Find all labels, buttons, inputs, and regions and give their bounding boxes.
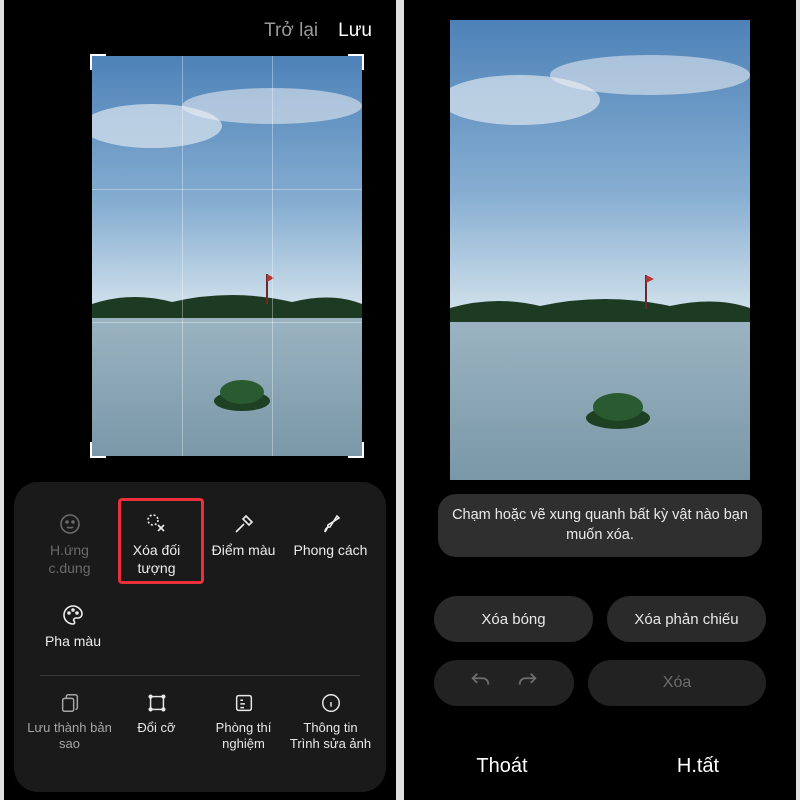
resize-icon <box>146 692 168 714</box>
object-eraser-screen: Chạm hoặc vẽ xung quanh bất kỳ vật nào b… <box>400 0 800 800</box>
crop-handle-bl[interactable] <box>90 442 106 458</box>
crop-canvas[interactable] <box>92 56 362 456</box>
photo-preview <box>92 56 362 456</box>
tool-spot-color[interactable]: Điểm màu <box>201 506 287 583</box>
tool-portrait-effect[interactable]: H.ứng c.dung <box>27 506 113 583</box>
tool-label: Phòng thí nghiệm <box>200 720 287 753</box>
eyedropper-icon <box>232 512 256 536</box>
erase-button[interactable]: Xóa <box>588 660 766 706</box>
exit-button[interactable]: Thoát <box>404 755 600 778</box>
palette-icon <box>61 603 85 627</box>
eraser-icon <box>145 512 169 536</box>
redo-icon <box>517 670 539 692</box>
tool-label: Pha màu <box>45 633 101 651</box>
face-icon <box>58 512 82 536</box>
resize-button[interactable]: Đổi cỡ <box>113 692 200 753</box>
redo-button[interactable] <box>517 670 539 697</box>
about-button[interactable]: Thông tin Trình sửa ảnh <box>287 692 374 753</box>
tool-label: Thông tin Trình sửa ảnh <box>287 720 374 753</box>
tools-panel: H.ứng c.dung Xóa đối tượng Điểm màu Phon… <box>14 482 386 792</box>
crop-handle-tl[interactable] <box>90 54 106 70</box>
tool-label: Phong cách <box>294 542 368 560</box>
tool-color-mix[interactable]: Pha màu <box>30 597 116 657</box>
editor-main-screen: Trở lại Lưu <box>0 0 400 800</box>
crop-handle-br[interactable] <box>348 442 364 458</box>
tool-label: Điểm màu <box>212 542 276 560</box>
tool-label: Đổi cỡ <box>137 720 175 736</box>
remove-shadow-button[interactable]: Xóa bóng <box>434 596 593 642</box>
back-button[interactable]: Trở lại <box>264 20 318 42</box>
divider <box>40 675 360 676</box>
info-icon <box>320 692 342 714</box>
instruction-tooltip: Chạm hoặc vẽ xung quanh bất kỳ vật nào b… <box>438 494 762 557</box>
tool-label: Lưu thành bản sao <box>26 720 113 753</box>
labs-button[interactable]: Phòng thí nghiệm <box>200 692 287 753</box>
save-as-copy-button[interactable]: Lưu thành bản sao <box>26 692 113 753</box>
copy-icon <box>59 692 81 714</box>
remove-reflection-button[interactable]: Xóa phản chiếu <box>607 596 766 642</box>
undo-button[interactable] <box>469 670 491 697</box>
tool-style[interactable]: Phong cách <box>288 506 374 583</box>
photo-preview[interactable] <box>450 20 750 480</box>
brush-icon <box>319 512 343 536</box>
labs-icon <box>233 692 255 714</box>
tool-label: Xóa đối tượng <box>116 542 198 577</box>
tool-object-eraser[interactable]: Xóa đối tượng <box>114 506 200 583</box>
save-button[interactable]: Lưu <box>338 20 372 42</box>
undo-icon <box>469 670 491 692</box>
crop-handle-tr[interactable] <box>348 54 364 70</box>
undo-redo-group <box>434 660 574 706</box>
tool-label: H.ứng c.dung <box>29 542 111 577</box>
done-button[interactable]: H.tất <box>600 755 796 778</box>
